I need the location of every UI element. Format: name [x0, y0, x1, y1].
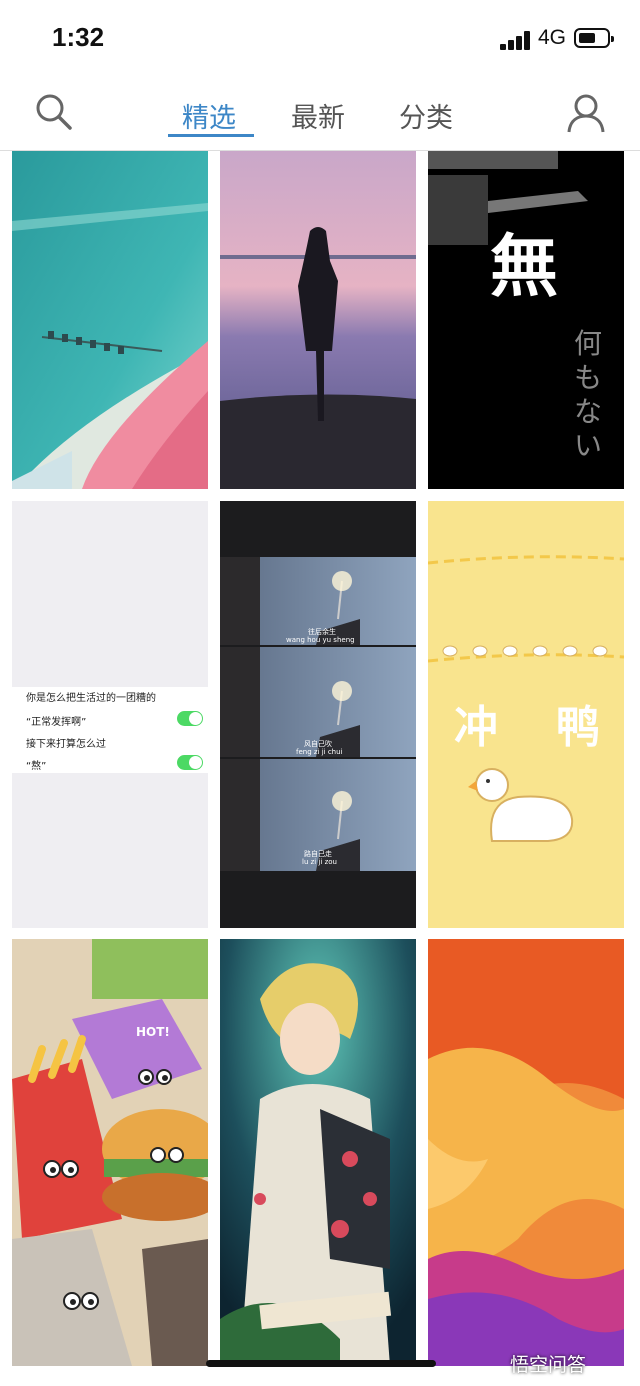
toggle-line-3: 接下来打算怎么过: [26, 739, 106, 750]
wallpaper-tile-nothing[interactable]: 無 何もない: [428, 151, 624, 489]
duck-icon: [468, 768, 574, 842]
tab-category[interactable]: 分类: [399, 96, 453, 135]
tab-featured[interactable]: 精选: [182, 96, 236, 135]
toggle-line-2: “正常发挥啊”: [26, 717, 87, 728]
search-icon[interactable]: [34, 92, 74, 132]
silhouette-image: [220, 151, 416, 489]
battery-icon: [574, 28, 614, 48]
toggle-switch-1: [177, 711, 203, 726]
sparkler-caption-2-pinyin: feng zi ji chui: [296, 748, 343, 756]
wallpaper-tile-waves[interactable]: [428, 939, 624, 1366]
waves-image: [428, 939, 624, 1366]
watermark: 悟空问答: [510, 1354, 587, 1376]
duck-text-left: 冲: [454, 702, 498, 753]
island-image: [12, 151, 208, 489]
nothing-title: 無: [490, 227, 559, 307]
signal-icon: [500, 30, 532, 50]
wallpaper-tile-anime[interactable]: [220, 939, 416, 1366]
toggle-switch-2: [177, 755, 203, 770]
wallpaper-tile-silhouette[interactable]: [220, 151, 416, 489]
sparkler-caption-3-pinyin: lu zi ji zou: [302, 858, 337, 866]
tab-latest[interactable]: 最新: [291, 96, 345, 135]
network-type: 4G: [538, 26, 567, 49]
toggle-line-4: “熬”: [26, 761, 47, 772]
nothing-subtitle: 何もない: [574, 327, 603, 462]
status-bar: 1:32 4G: [0, 0, 640, 78]
top-nav: 精选 最新 分类: [0, 78, 640, 151]
wallpaper-tile-food[interactable]: HOT!: [12, 939, 208, 1366]
wallpaper-tile-island[interactable]: [12, 151, 208, 489]
toggle-line-1: 你是怎么把生活过的一团糟的: [26, 693, 156, 704]
user-icon[interactable]: [566, 92, 606, 134]
sparkler-caption-1-pinyin: wang hou yu sheng: [286, 636, 355, 644]
active-tab-indicator: [168, 134, 254, 137]
home-indicator[interactable]: [206, 1360, 436, 1367]
duck-text-right: 鸭: [556, 702, 600, 753]
wallpaper-tile-toggles[interactable]: 你是怎么把生活过的一团糟的 “正常发挥啊” 接下来打算怎么过 “熬”: [12, 501, 208, 928]
food-badge: HOT!: [136, 1025, 170, 1039]
anime-image: [220, 939, 416, 1366]
wallpaper-tile-sparkler[interactable]: 往后余生 wang hou yu sheng 风自己吹 feng zi ji c…: [220, 501, 416, 928]
wallpaper-tile-duck[interactable]: 冲 鸭: [428, 501, 624, 928]
food-image: [12, 939, 208, 1366]
status-time: 1:32: [52, 22, 105, 52]
